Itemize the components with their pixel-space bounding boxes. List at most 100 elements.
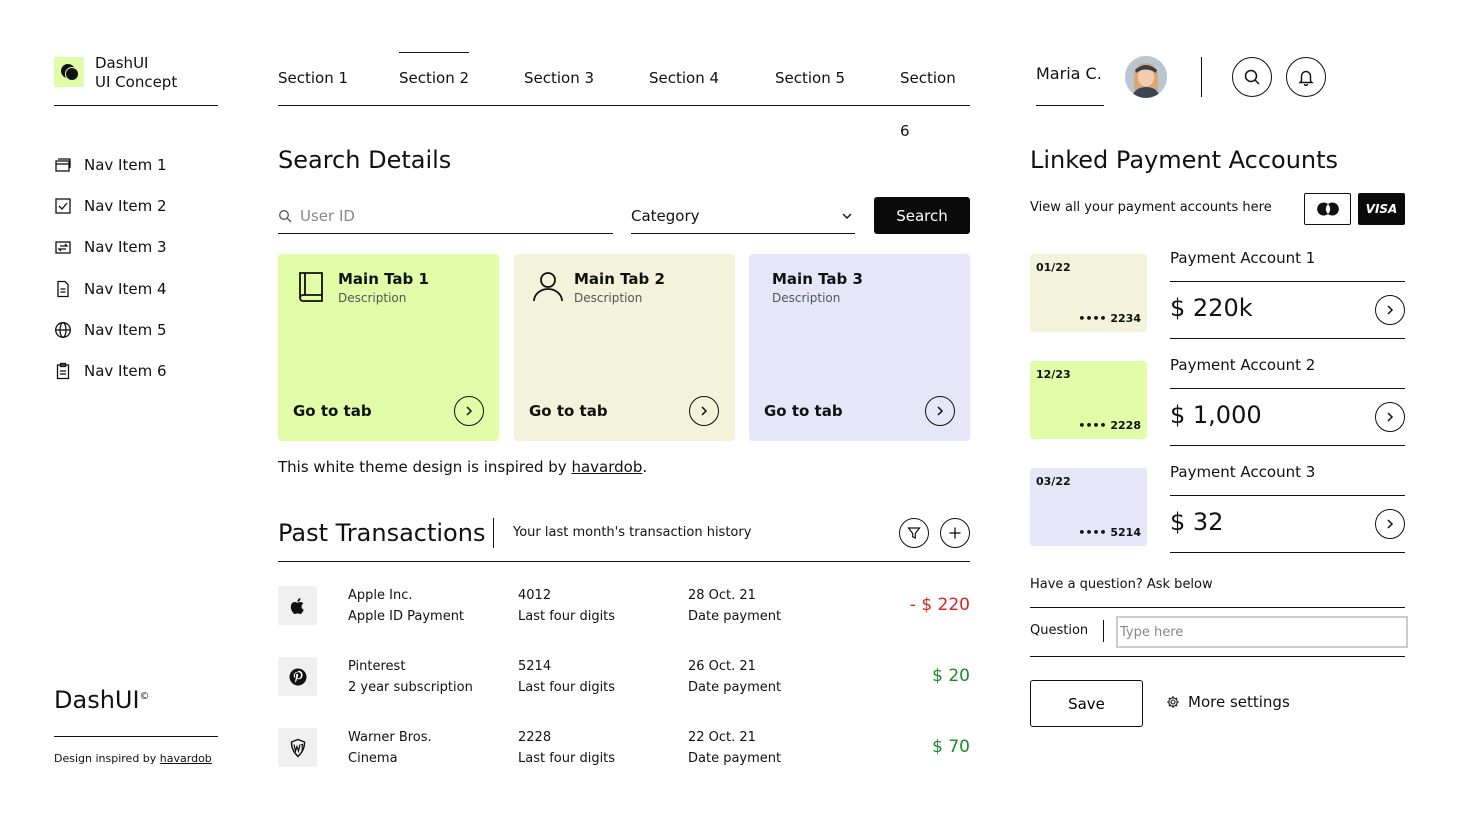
- section-tabs: Section 1 Section 2 Section 3 Section 4 …: [278, 52, 970, 140]
- transaction-logo: [278, 586, 317, 625]
- transactions-title-divider: [493, 518, 494, 548]
- category-select[interactable]: Category: [631, 198, 855, 234]
- apple-icon: [290, 597, 304, 614]
- payment-account-open-button[interactable]: [1375, 509, 1405, 539]
- tab-section-6[interactable]: Section 6: [900, 52, 970, 140]
- payment-account-amount: $ 32: [1170, 508, 1224, 536]
- brand[interactable]: DashUI UI Concept: [54, 54, 218, 106]
- brand-name: DashUI UI Concept: [95, 54, 177, 92]
- sidebar-item-label: Nav Item 6: [84, 362, 167, 381]
- more-settings-label: More settings: [1188, 693, 1290, 711]
- search-submit-button[interactable]: Search: [874, 197, 970, 234]
- document-icon: [57, 280, 69, 297]
- sidebar-item-6[interactable]: Nav Item 6: [54, 350, 224, 391]
- main-tab-card-2[interactable]: Main Tab 2 Description Go to tab: [514, 254, 735, 441]
- payment-account-open-button[interactable]: [1375, 295, 1405, 325]
- transfer-icon: [55, 241, 71, 254]
- tab-section-3[interactable]: Section 3: [524, 52, 594, 105]
- sidebar-item-3[interactable]: Nav Item 3: [54, 227, 224, 268]
- globe-icon: [55, 321, 71, 338]
- footer-note-text: Design inspired by: [54, 752, 160, 765]
- payment-account-divider: [1170, 552, 1405, 553]
- payment-account-open-button[interactable]: [1375, 402, 1405, 432]
- visa-badge[interactable]: VISA: [1358, 193, 1405, 225]
- tab-section-1[interactable]: Section 1: [278, 52, 348, 105]
- inspiration-link[interactable]: havardob: [571, 458, 642, 476]
- main-tab-card-3[interactable]: Main Tab 3 Description Go to tab: [749, 254, 970, 441]
- transaction-date: 22 Oct. 21 Date payment: [688, 727, 781, 769]
- card-expiry: 03/22: [1036, 475, 1071, 488]
- payment-card-1[interactable]: 01/22 •••• 2234: [1030, 254, 1147, 332]
- book-icon: [299, 272, 323, 302]
- add-transaction-button[interactable]: [940, 518, 970, 548]
- chevron-right-icon: [937, 406, 944, 416]
- card-description: Description: [338, 291, 407, 305]
- more-settings-link[interactable]: More settings: [1166, 693, 1290, 711]
- pinterest-icon: [289, 668, 306, 685]
- brand-logo: [54, 57, 84, 87]
- main-tab-card-1[interactable]: Main Tab 1 Description Go to tab: [278, 254, 499, 441]
- tab-section-5[interactable]: Section 5: [775, 52, 845, 105]
- search-title: Search Details: [278, 146, 452, 174]
- transaction-digits: 5214 Last four digits: [518, 656, 615, 698]
- tab-label: Section 1: [278, 69, 349, 87]
- avatar[interactable]: [1125, 56, 1167, 98]
- payment-account-name: Payment Account 1: [1170, 249, 1316, 267]
- save-button[interactable]: Save: [1030, 680, 1143, 727]
- question-label-divider: [1103, 620, 1104, 642]
- transaction-row[interactable]: Apple Inc. Apple ID Payment 4012 Last fo…: [278, 585, 970, 629]
- card-number: •••• 2234: [1078, 312, 1141, 325]
- user-id-field[interactable]: [278, 198, 613, 234]
- brand-name-line2: UI Concept: [95, 73, 178, 91]
- transactions-title: Past Transactions: [278, 519, 486, 547]
- card-go-button[interactable]: [689, 396, 719, 426]
- footer-divider: [54, 736, 218, 737]
- mastercard-badge[interactable]: [1304, 193, 1351, 225]
- inspiration-text: This white theme design is inspired by: [278, 458, 572, 476]
- user-name[interactable]: Maria C.: [1036, 64, 1104, 106]
- tab-label: Section 4: [649, 69, 720, 87]
- chevron-right-icon: [1387, 412, 1394, 422]
- company-name: Pinterest: [348, 659, 406, 674]
- footer-note-link[interactable]: havardob: [160, 752, 212, 765]
- payment-account-divider: [1170, 338, 1405, 339]
- sidebar-nav: Nav Item 1 Nav Item 2 Nav Item 3 Nav Ite…: [54, 144, 224, 392]
- payment-date-label: Date payment: [688, 680, 782, 695]
- cards-icon: [55, 157, 71, 172]
- card-digits-label: Last four digits: [518, 609, 616, 624]
- payment-card-3[interactable]: 03/22 •••• 5214: [1030, 468, 1147, 546]
- search-button[interactable]: [1232, 57, 1272, 97]
- transaction-date: 28 Oct. 21 Date payment: [688, 585, 781, 627]
- transaction-row[interactable]: Pinterest 2 year subscription 5214 Last …: [278, 656, 970, 700]
- card-action[interactable]: Go to tab: [764, 402, 843, 420]
- header-divider: [1201, 57, 1202, 97]
- card-action[interactable]: Go to tab: [529, 402, 608, 420]
- sidebar-item-label: Nav Item 5: [84, 320, 167, 339]
- question-input[interactable]: [1116, 616, 1408, 648]
- card-description: Description: [574, 291, 643, 305]
- sidebar-item-1[interactable]: Nav Item 1: [54, 144, 224, 185]
- card-go-button[interactable]: [454, 396, 484, 426]
- avatar-image: [1125, 56, 1167, 98]
- footer-logo-mark: ©: [139, 691, 150, 702]
- sidebar-item-5[interactable]: Nav Item 5: [54, 309, 224, 350]
- sidebar-item-2[interactable]: Nav Item 2: [54, 185, 224, 226]
- tab-section-2[interactable]: Section 2: [399, 52, 470, 105]
- filter-button[interactable]: [899, 518, 929, 548]
- footer-logo: DashUI©: [54, 686, 150, 714]
- sidebar-item-label: Nav Item 3: [84, 238, 167, 257]
- transaction-row[interactable]: Warner Bros. Cinema 2228 Last four digit…: [278, 727, 970, 771]
- payment-card-2[interactable]: 12/23 •••• 2228: [1030, 361, 1147, 439]
- transaction-company: Apple Inc. Apple ID Payment: [348, 585, 464, 627]
- card-go-button[interactable]: [925, 396, 955, 426]
- sidebar-item-4[interactable]: Nav Item 4: [54, 268, 224, 309]
- user-id-input[interactable]: [300, 206, 600, 225]
- card-action[interactable]: Go to tab: [293, 402, 372, 420]
- payment-account-divider: [1170, 281, 1405, 282]
- tab-section-4[interactable]: Section 4: [649, 52, 719, 105]
- transaction-logo: [278, 728, 317, 767]
- card-number: •••• 2228: [1078, 419, 1141, 432]
- payments-title: Linked Payment Accounts: [1030, 146, 1339, 174]
- notifications-button[interactable]: [1286, 57, 1326, 97]
- transaction-company: Pinterest 2 year subscription: [348, 656, 473, 698]
